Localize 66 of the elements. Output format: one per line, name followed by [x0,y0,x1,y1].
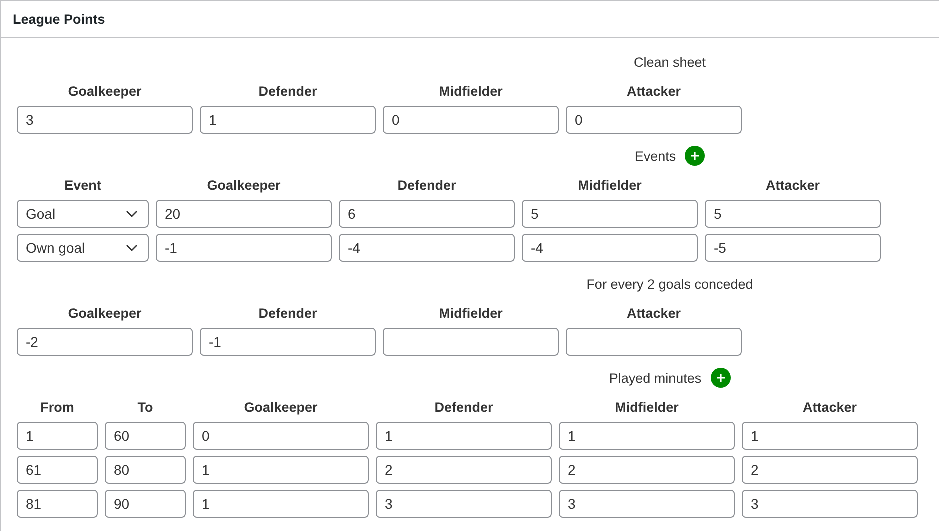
input-field[interactable]: -2 [17,328,193,356]
input-field[interactable]: 80 [105,456,186,484]
input-field[interactable]: 3 [17,106,193,134]
input-field[interactable]: 5 [522,200,698,228]
column-header: Defender [434,399,494,417]
input-field[interactable]: 5 [705,200,881,228]
column-header: Defender [258,305,318,323]
caret-icon [126,244,138,252]
input-field[interactable]: -4 [522,234,698,262]
input-field[interactable]: 0 [566,106,742,134]
input-field[interactable]: -4 [339,234,515,262]
column-header: Defender [396,177,458,195]
input-field[interactable]: 90 [105,490,186,518]
input-field[interactable]: 1 [559,422,735,450]
add-button[interactable] [685,146,706,166]
column-header: Attacker [626,83,682,101]
input-field[interactable]: -5 [705,234,881,262]
column-header: Defender [258,83,318,101]
input-field[interactable]: 1 [17,422,98,450]
input-field[interactable]: -1 [156,234,332,262]
column-header: Goalkeeper [67,305,143,323]
input-field[interactable]: 2 [742,456,918,484]
column-header: Goalkeeper [67,83,143,101]
column-header: Midfielder [438,305,504,323]
column-header: To [136,399,154,417]
section-title: Played minutes [609,370,702,386]
input-field[interactable]: 20 [156,200,332,228]
input-field[interactable]: 3 [376,490,552,518]
column-header: Midfielder [614,399,680,417]
section-title: For every 2 goals conceded [586,276,754,292]
column-header: Attacker [764,177,822,195]
input-field[interactable]: 1 [200,106,376,134]
column-header: Goalkeeper [243,399,319,417]
input-field[interactable]: 2 [376,456,552,484]
input-field[interactable]: 61 [17,456,98,484]
input-field[interactable]: 3 [559,490,735,518]
column-header: Event [64,177,102,195]
column-header: Attacker [802,399,858,417]
plus-icon [690,151,700,161]
input-field[interactable] [383,328,559,356]
column-header: Attacker [626,305,682,323]
input-field[interactable]: 3 [742,490,918,518]
input-field[interactable]: 1 [742,422,918,450]
plus-icon [716,373,726,383]
section-title: Clean sheet [634,54,706,70]
section-title: Events [634,148,676,164]
event-dropdown[interactable]: Goal [17,200,149,228]
panel-title: League Points [13,12,106,26]
input-field[interactable] [566,328,742,356]
input-field[interactable]: -1 [200,328,376,356]
input-field[interactable]: 81 [17,490,98,518]
input-field[interactable]: 0 [383,106,559,134]
column-header: From [40,399,76,417]
input-field[interactable]: 1 [193,490,369,518]
caret-icon [126,210,138,218]
input-field[interactable]: 0 [193,422,369,450]
input-field[interactable]: 1 [193,456,369,484]
input-field[interactable]: 6 [339,200,515,228]
column-header: Midfielder [577,177,643,195]
column-header: Goalkeeper [206,177,282,195]
column-header: Midfielder [438,83,504,101]
event-dropdown[interactable]: Own goal [17,234,149,262]
input-field[interactable]: 60 [105,422,186,450]
add-button[interactable] [710,368,731,388]
input-field[interactable]: 2 [559,456,735,484]
input-field[interactable]: 1 [376,422,552,450]
